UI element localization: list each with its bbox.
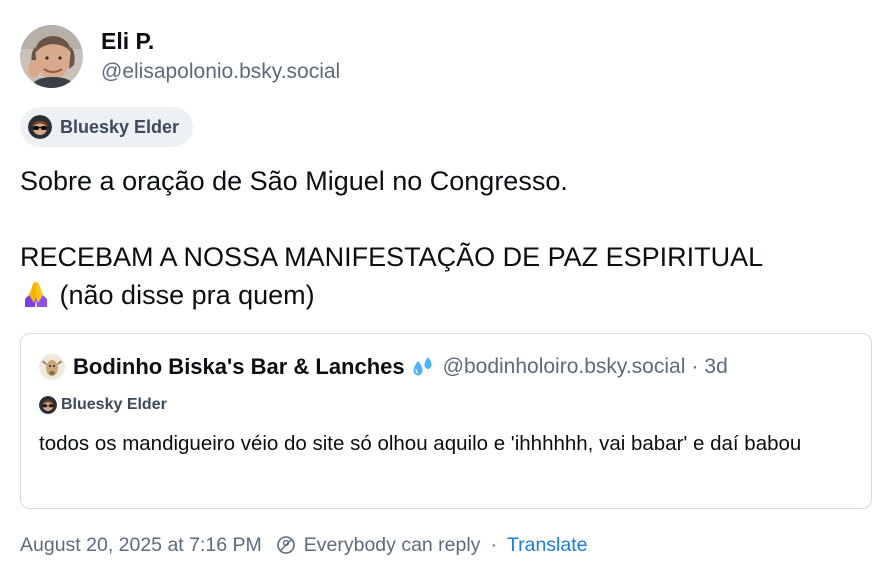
author-display-name[interactable]: Eli P. bbox=[101, 26, 340, 56]
quoted-author-avatar[interactable] bbox=[39, 354, 65, 380]
reply-settings-icon bbox=[276, 536, 295, 554]
post-body: Sobre a oração de São Miguel no Congress… bbox=[20, 162, 870, 314]
elder-badge[interactable]: Bluesky Elder bbox=[20, 107, 194, 147]
quoted-post-header: Bodinho Biska's Bar & Lanches @bodinholo… bbox=[39, 352, 728, 382]
post-text-line: Sobre a oração de São Miguel no Congress… bbox=[20, 166, 568, 196]
post-timestamp[interactable]: August 20, 2025 at 7:16 PM bbox=[20, 534, 262, 557]
sweat-droplets-emoji bbox=[413, 357, 432, 376]
separator-dot: · bbox=[490, 533, 497, 556]
reply-setting-label[interactable]: Everybody can reply bbox=[304, 534, 481, 557]
quoted-elder-badge: Bluesky Elder bbox=[39, 396, 167, 414]
quoted-post-text: todos os mandigueiro véio do site só olh… bbox=[39, 432, 802, 455]
elder-badge-label: Bluesky Elder bbox=[60, 116, 180, 137]
user-avatar[interactable] bbox=[20, 24, 83, 88]
separator-dot: · bbox=[691, 355, 699, 378]
post-text-line: (não disse pra quem) bbox=[20, 276, 870, 314]
author-handle[interactable]: @elisapolonio.bsky.social bbox=[101, 58, 340, 86]
quoted-author-handle[interactable]: @bodinholoiro.bsky.social bbox=[443, 355, 686, 379]
post-text-line: RECEBAM A NOSSA MANIFESTAÇÃO DE PAZ ESPI… bbox=[20, 242, 764, 272]
folded-hands-emoji bbox=[25, 282, 47, 307]
elder-badge-icon bbox=[28, 115, 52, 139]
author-names: Eli P. @elisapolonio.bsky.social bbox=[101, 26, 340, 86]
elder-badge-icon bbox=[39, 396, 57, 414]
post-meta: August 20, 2025 at 7:16 PM Everybody can… bbox=[20, 530, 588, 560]
quoted-author-name[interactable]: Bodinho Biska's Bar & Lanches bbox=[73, 354, 405, 380]
quoted-post[interactable]: Bodinho Biska's Bar & Lanches @bodinholo… bbox=[20, 333, 872, 509]
post-text-tail: (não disse pra quem) bbox=[59, 280, 315, 310]
quoted-post-time[interactable]: 3d bbox=[704, 355, 727, 379]
translate-link[interactable]: Translate bbox=[507, 534, 588, 557]
quoted-elder-badge-label: Bluesky Elder bbox=[61, 396, 167, 413]
post-author: Eli P. @elisapolonio.bsky.social bbox=[20, 24, 340, 88]
